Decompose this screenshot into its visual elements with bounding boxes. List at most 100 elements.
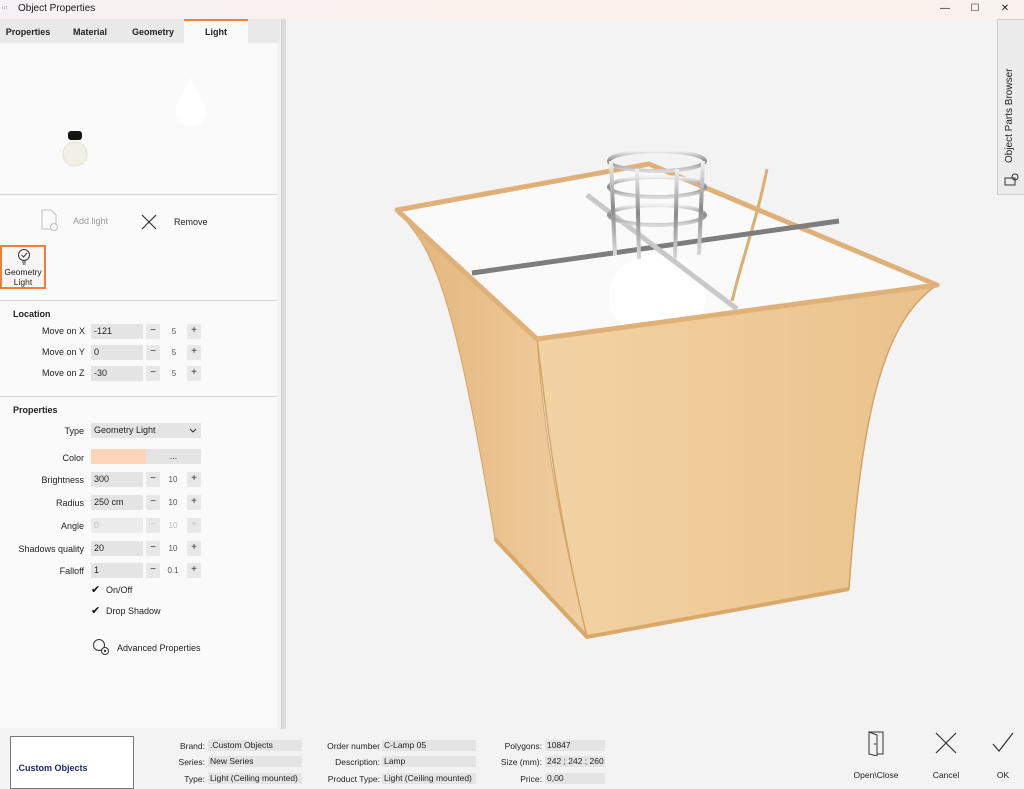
maximize-icon: ☐ xyxy=(970,3,980,14)
price-value: 0,00 xyxy=(545,773,605,784)
drop-shadow-checkbox[interactable]: ✔ Drop Shadow xyxy=(91,605,181,619)
minimize-button[interactable]: — xyxy=(930,0,960,19)
move-z-label: Move on Z xyxy=(42,368,85,378)
3d-viewport[interactable] xyxy=(287,19,997,729)
move-x-step-value: 5 xyxy=(171,327,177,336)
description-label: Description: xyxy=(335,757,380,767)
shade-front-face xyxy=(536,284,938,638)
falloff-label: Falloff xyxy=(59,566,84,576)
color-swatch[interactable] xyxy=(91,449,146,464)
brightness-input[interactable]: 300 xyxy=(91,472,143,487)
properties-heading: Properties xyxy=(13,405,58,415)
shadows-quality-input[interactable]: 20 xyxy=(91,541,143,556)
brightness-decrement-button[interactable]: − xyxy=(146,472,160,487)
light-preview xyxy=(62,77,206,167)
window-title: Object Properties xyxy=(18,3,96,14)
falloff-decrement-button[interactable]: − xyxy=(146,563,160,578)
remove-light-label: Remove xyxy=(174,217,208,227)
angle-step-value: 10 xyxy=(168,521,178,530)
brand-label: Brand: xyxy=(179,741,205,751)
color-label: Color xyxy=(62,453,84,463)
brand-value: .Custom Objects xyxy=(208,740,302,751)
falloff-input[interactable]: 1 xyxy=(91,563,143,578)
open-close-button[interactable]: Open\Close xyxy=(848,729,904,785)
object-parts-browser-label: Object Parts Browser xyxy=(1004,68,1015,163)
move-y-label: Move on Y xyxy=(42,347,85,357)
size-value: 242 ; 242 ; 260 xyxy=(545,756,605,767)
type-select[interactable]: Geometry Light xyxy=(91,423,201,438)
series-value: New Series xyxy=(208,756,302,767)
remove-light-button[interactable]: Remove xyxy=(140,213,210,233)
title-bar: GT Object Properties — ☐ ✕ xyxy=(0,0,1024,19)
order-number-label: Order number xyxy=(327,741,380,751)
add-file-icon xyxy=(41,209,58,231)
polygons-label: Polygons: xyxy=(504,741,542,751)
brightness-label: Brightness xyxy=(41,475,84,485)
move-x-label: Move on X xyxy=(42,326,86,336)
move-y-input[interactable]: 0 xyxy=(91,345,143,360)
remove-x-icon xyxy=(141,214,157,230)
bulb-cap-icon xyxy=(68,131,82,140)
tab-bar: Properties Material Geometry Light xyxy=(0,19,280,43)
product-type-value: Light (Ceiling mounted) xyxy=(382,773,476,784)
move-x-input[interactable]: -121 xyxy=(91,324,143,339)
close-button[interactable]: ✕ xyxy=(990,0,1020,19)
add-light-label: Add light xyxy=(73,216,109,226)
tab-material[interactable]: Material xyxy=(58,19,122,43)
geometry-light-icon xyxy=(18,249,30,265)
tab-properties[interactable]: Properties xyxy=(0,19,56,43)
series-label: Series: xyxy=(178,757,205,767)
move-z-increment-button[interactable]: + xyxy=(187,366,201,381)
move-y-decrement-button[interactable]: − xyxy=(146,345,160,360)
falloff-step-value: 0.1 xyxy=(167,566,179,575)
cancel-label: Cancel xyxy=(932,770,960,780)
add-light-button[interactable]: Add light xyxy=(38,209,118,231)
type-label: Type xyxy=(64,426,84,436)
falloff-increment-button[interactable]: + xyxy=(187,563,201,578)
advanced-properties-button[interactable]: Advanced Properties xyxy=(91,637,211,659)
on-off-checkbox[interactable]: ✔ On/Off xyxy=(91,584,181,598)
object-parts-browser-tab[interactable]: Object Parts Browser xyxy=(997,19,1024,195)
move-x-decrement-button[interactable]: − xyxy=(146,324,160,339)
panel-splitter[interactable] xyxy=(281,19,286,729)
brand-logo-text: .Custom Objects xyxy=(16,763,88,773)
parts-browser-icon xyxy=(1004,173,1019,186)
info-bar: .Custom Objects Brand: .Custom Objects S… xyxy=(0,729,1024,789)
price-label: Price: xyxy=(520,774,542,784)
light-panel: Add light Remove Geometry Light Location… xyxy=(0,43,277,728)
radius-increment-button[interactable]: + xyxy=(187,495,201,510)
angle-decrement-button[interactable]: − xyxy=(146,518,160,533)
angle-input[interactable]: 0 xyxy=(91,518,143,533)
advanced-properties-label: Advanced Properties xyxy=(117,643,201,653)
door-icon xyxy=(868,731,884,756)
tab-light[interactable]: Light xyxy=(184,19,248,43)
open-close-label: Open\Close xyxy=(853,770,899,780)
shadows-quality-label: Shadows quality xyxy=(18,544,84,554)
type-info-value: Light (Ceiling mounted) xyxy=(208,773,302,784)
move-z-decrement-button[interactable]: − xyxy=(146,366,160,381)
shadows-quality-increment-button[interactable]: + xyxy=(187,541,201,556)
brightness-step-value: 10 xyxy=(168,475,178,484)
ok-label: OK xyxy=(996,770,1010,780)
radius-input[interactable]: 250 cm xyxy=(91,495,143,510)
radius-decrement-button[interactable]: − xyxy=(146,495,160,510)
shadows-quality-step-value: 10 xyxy=(168,544,178,553)
order-number-value: C-Lamp 05 xyxy=(382,740,476,751)
color-picker-button[interactable]: ... xyxy=(146,449,201,464)
move-x-increment-button[interactable]: + xyxy=(187,324,201,339)
shadows-quality-decrement-button[interactable]: − xyxy=(146,541,160,556)
product-type-label: Product Type: xyxy=(327,774,380,784)
move-z-input[interactable]: -30 xyxy=(91,366,143,381)
ok-checkmark-icon xyxy=(992,732,1014,752)
angle-increment-button[interactable]: + xyxy=(187,518,201,533)
ok-button[interactable]: OK xyxy=(986,729,1020,785)
light-list-item[interactable]: Geometry Light xyxy=(0,245,46,289)
brightness-increment-button[interactable]: + xyxy=(187,472,201,487)
cancel-button[interactable]: Cancel xyxy=(926,729,966,785)
polygons-value: 10847 xyxy=(545,740,605,751)
light-list-item-label: Geometry Light xyxy=(4,267,42,287)
move-y-increment-button[interactable]: + xyxy=(187,345,201,360)
tab-geometry[interactable]: Geometry xyxy=(122,19,184,43)
bulb-glass-icon xyxy=(62,141,88,167)
maximize-button[interactable]: ☐ xyxy=(960,0,990,19)
